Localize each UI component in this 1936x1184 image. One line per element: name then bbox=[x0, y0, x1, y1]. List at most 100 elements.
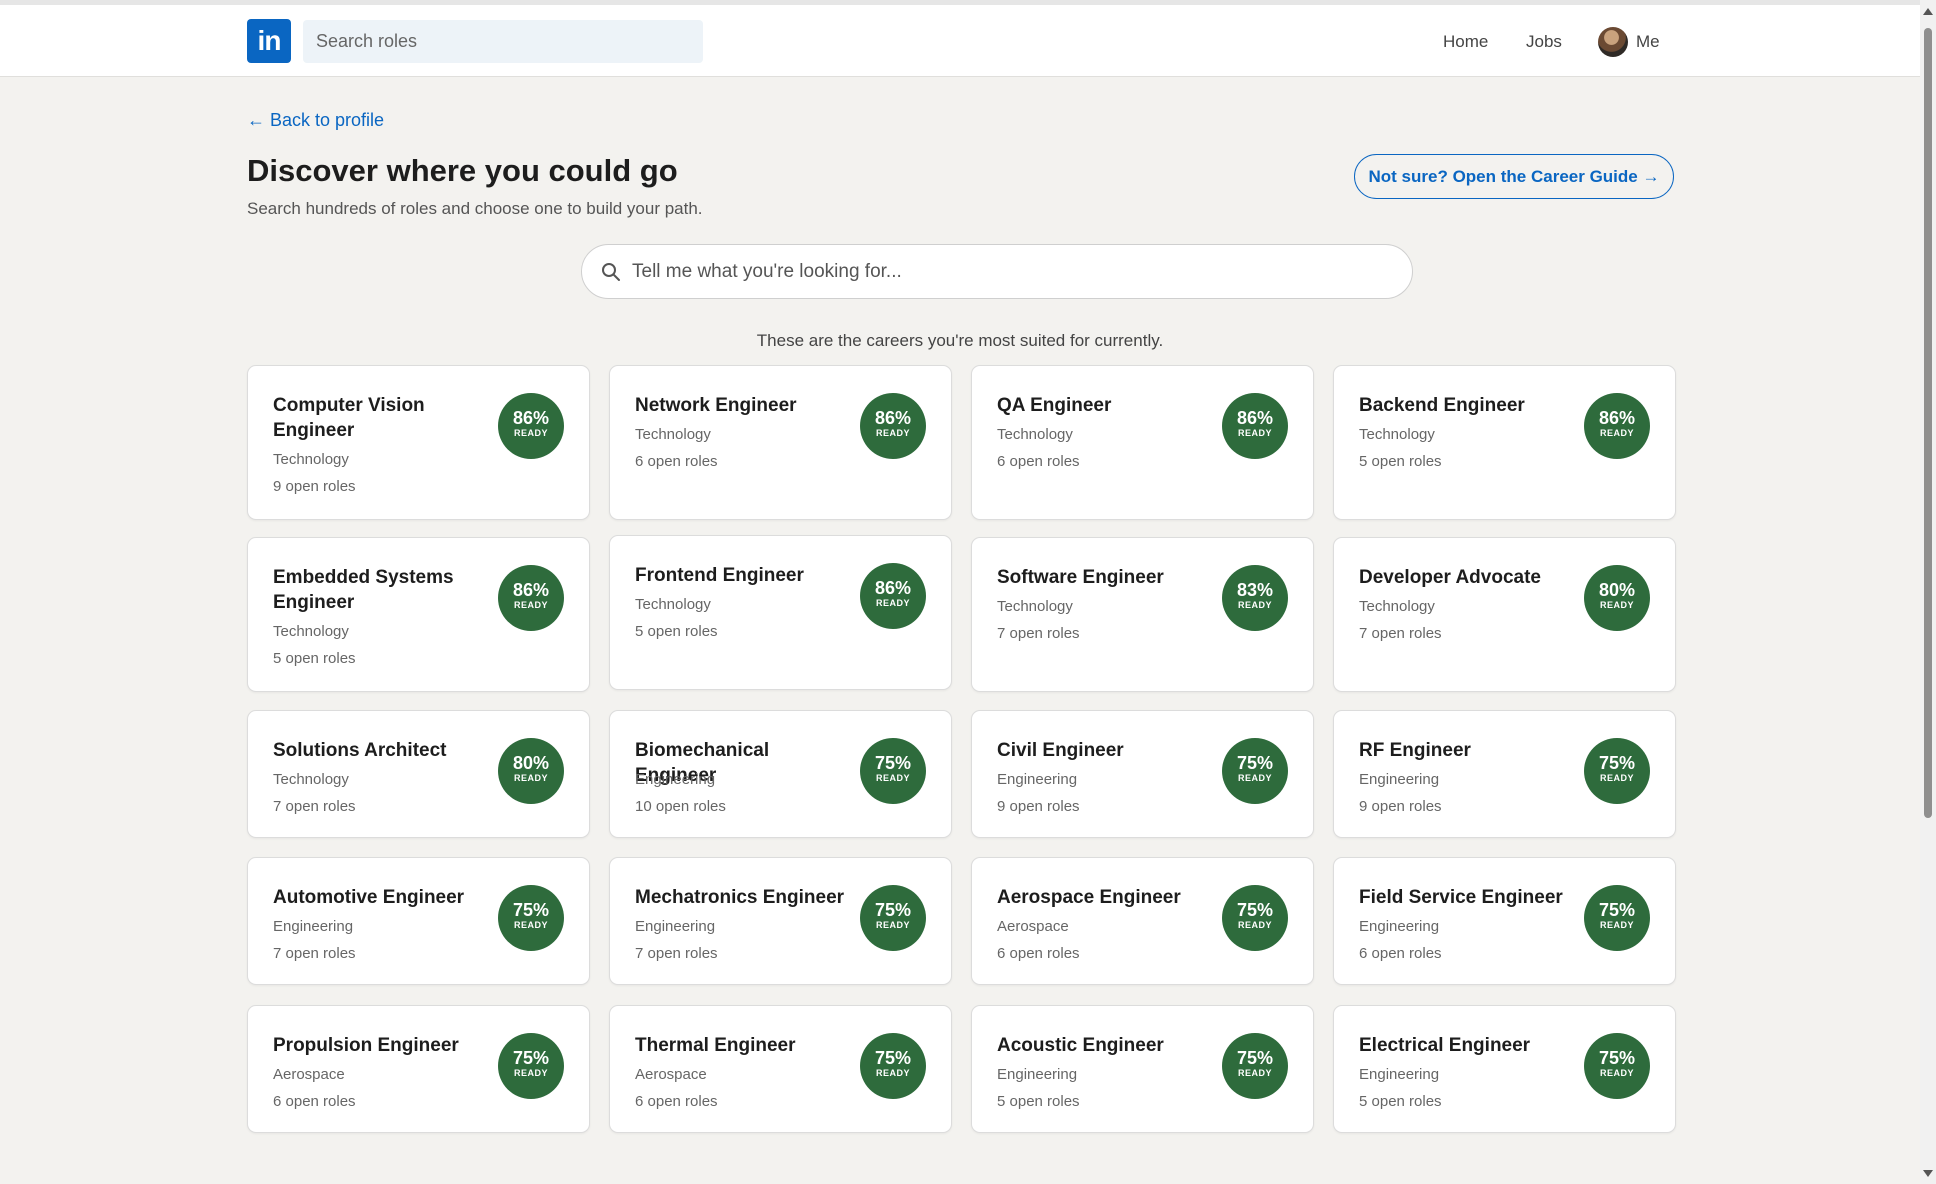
career-card-category: Technology bbox=[1359, 598, 1435, 615]
readiness-percent: 75% bbox=[1598, 900, 1636, 920]
career-card[interactable]: Network Engineer Technology 6 open roles 86… bbox=[609, 365, 952, 520]
career-card-category: Technology bbox=[997, 426, 1073, 443]
career-card[interactable]: Embedded Systems Engineer Technology 5 ope… bbox=[247, 537, 590, 692]
career-card[interactable]: Propulsion Engineer Aerospace 6 open roles… bbox=[247, 1005, 590, 1133]
readiness-label: READY bbox=[1237, 773, 1272, 783]
career-card-open-roles: 6 open roles bbox=[997, 945, 1080, 962]
scroll-up-arrow-icon[interactable] bbox=[1923, 8, 1933, 15]
readiness-label: READY bbox=[1599, 773, 1634, 783]
career-card-category: Engineering bbox=[997, 771, 1078, 788]
career-card-title: Aerospace Engineer bbox=[997, 887, 1181, 908]
header-search-input[interactable] bbox=[303, 20, 703, 63]
career-card[interactable]: Civil Engineer Engineering 9 open roles 75%… bbox=[971, 710, 1314, 838]
readiness-badge: 86% READY bbox=[860, 563, 926, 629]
readiness-label: READY bbox=[1599, 428, 1634, 438]
nav-me-menu[interactable]: Me bbox=[1598, 27, 1660, 57]
career-card-title: Mechatronics Engineer bbox=[635, 887, 845, 908]
career-card[interactable]: Developer Advocate Technology 7 open roles… bbox=[1333, 537, 1676, 692]
career-card-title: Backend Engineer bbox=[1359, 395, 1525, 416]
readiness-label: READY bbox=[875, 1068, 910, 1078]
readiness-badge: 75% READY bbox=[1222, 885, 1288, 951]
readiness-percent: 86% bbox=[512, 408, 550, 428]
readiness-label: READY bbox=[1237, 428, 1272, 438]
role-search-input[interactable] bbox=[632, 245, 1392, 298]
nav-jobs-link[interactable]: Jobs bbox=[1526, 27, 1562, 57]
career-card-title: Civil Engineer bbox=[997, 740, 1124, 761]
career-card-category: Technology bbox=[1359, 426, 1435, 443]
readiness-label: READY bbox=[875, 920, 910, 930]
readiness-badge: 86% READY bbox=[1222, 393, 1288, 459]
career-card-title: Network Engineer bbox=[635, 395, 797, 416]
readiness-badge: 75% READY bbox=[498, 1033, 564, 1099]
career-card-category: Aerospace bbox=[997, 918, 1069, 935]
career-card-open-roles: 10 open roles bbox=[635, 798, 726, 815]
career-card-title: Developer Advocate bbox=[1359, 567, 1541, 588]
career-card-title: Computer Vision Engineer bbox=[273, 395, 425, 441]
career-card-open-roles: 9 open roles bbox=[1359, 798, 1442, 815]
career-card[interactable]: Automotive Engineer Engineering 7 open rol… bbox=[247, 857, 590, 985]
career-card-category: Technology bbox=[273, 623, 349, 640]
career-card[interactable]: Backend Engineer Technology 5 open roles 86… bbox=[1333, 365, 1676, 520]
career-card[interactable]: Frontend Engineer Technology 5 open roles 8… bbox=[609, 535, 952, 690]
career-card-category: Engineering bbox=[635, 918, 716, 935]
career-card[interactable]: Thermal Engineer Aerospace 6 open roles 75%… bbox=[609, 1005, 952, 1133]
career-card-open-roles: 6 open roles bbox=[273, 1093, 356, 1110]
readiness-percent: 86% bbox=[874, 408, 912, 428]
suited-careers-caption: These are the careers you're most suited… bbox=[756, 331, 1164, 350]
readiness-percent: 80% bbox=[512, 753, 550, 773]
career-card[interactable]: Acoustic Engineer Engineering 5 open roles… bbox=[971, 1005, 1314, 1133]
career-card[interactable]: Computer Vision Engineer Technology 9 open… bbox=[247, 365, 590, 520]
career-card-open-roles: 7 open roles bbox=[1359, 625, 1442, 642]
readiness-badge: 80% READY bbox=[498, 738, 564, 804]
career-card-open-roles: 5 open roles bbox=[273, 650, 356, 667]
scroll-down-arrow-icon[interactable] bbox=[1923, 1170, 1933, 1177]
linkedin-logo-icon[interactable]: in bbox=[247, 19, 291, 63]
career-card-open-roles: 5 open roles bbox=[1359, 1093, 1442, 1110]
back-to-profile-link[interactable]: ← Back to profile bbox=[247, 110, 384, 131]
readiness-label: READY bbox=[513, 1068, 548, 1078]
readiness-label: READY bbox=[513, 428, 548, 438]
readiness-badge: 86% READY bbox=[860, 393, 926, 459]
career-card[interactable]: Mechatronics Engineer Engineering 7 open r… bbox=[609, 857, 952, 985]
readiness-badge: 75% READY bbox=[1222, 738, 1288, 804]
career-card-category: Engineering bbox=[1359, 918, 1440, 935]
readiness-label: READY bbox=[513, 920, 548, 930]
career-card[interactable]: Solutions Architect Technology 7 open role… bbox=[247, 710, 590, 838]
career-card[interactable]: RF Engineer Engineering 9 open roles 75% REA… bbox=[1333, 710, 1676, 838]
career-card-category: Technology bbox=[635, 426, 711, 443]
career-card-title: Software Engineer bbox=[997, 567, 1164, 588]
career-card-open-roles: 5 open roles bbox=[997, 1093, 1080, 1110]
readiness-badge: 86% READY bbox=[498, 393, 564, 459]
career-card-title: Thermal Engineer bbox=[635, 1035, 796, 1056]
avatar bbox=[1598, 27, 1628, 57]
career-card[interactable]: Electrical Engineer Engineering 5 open rol… bbox=[1333, 1005, 1676, 1133]
career-card-title: Electrical Engineer bbox=[1359, 1035, 1531, 1056]
career-card-open-roles: 9 open roles bbox=[273, 478, 356, 495]
career-card-open-roles: 6 open roles bbox=[635, 453, 718, 470]
role-search-box[interactable] bbox=[581, 244, 1413, 299]
career-card-category: Engineering bbox=[1359, 1066, 1440, 1083]
career-card-open-roles: 5 open roles bbox=[1359, 453, 1442, 470]
readiness-label: READY bbox=[513, 600, 548, 610]
career-card[interactable]: Field Service Engineer Engineering 6 open … bbox=[1333, 857, 1676, 985]
readiness-badge: 75% READY bbox=[498, 885, 564, 951]
nav-home-link[interactable]: Home bbox=[1443, 27, 1488, 57]
career-card[interactable]: Software Engineer Technology 7 open roles 8… bbox=[971, 537, 1314, 692]
career-card[interactable]: QA Engineer Technology 6 open roles 86% READ… bbox=[971, 365, 1314, 520]
page-scrollbar[interactable] bbox=[1920, 0, 1936, 1184]
scrollbar-thumb[interactable] bbox=[1924, 28, 1932, 818]
career-card-open-roles: 7 open roles bbox=[997, 625, 1080, 642]
readiness-badge: 75% READY bbox=[860, 738, 926, 804]
readiness-badge: 75% READY bbox=[1222, 1033, 1288, 1099]
readiness-label: READY bbox=[875, 428, 910, 438]
readiness-label: READY bbox=[1237, 600, 1272, 610]
career-guide-button[interactable]: Not sure? Open the Career Guide → bbox=[1354, 154, 1674, 199]
career-card-open-roles: 5 open roles bbox=[635, 623, 718, 640]
career-card-category: Engineering bbox=[635, 771, 716, 788]
career-card[interactable]: Aerospace Engineer Aerospace 6 open roles 7… bbox=[971, 857, 1314, 985]
career-card-title: Field Service Engineer bbox=[1359, 887, 1563, 908]
career-card-open-roles: 7 open roles bbox=[635, 945, 718, 962]
career-card-category: Engineering bbox=[997, 1066, 1078, 1083]
career-card[interactable]: Biomechanical Engineer Engineering 10 open… bbox=[609, 710, 952, 838]
career-card-open-roles: 9 open roles bbox=[997, 798, 1080, 815]
